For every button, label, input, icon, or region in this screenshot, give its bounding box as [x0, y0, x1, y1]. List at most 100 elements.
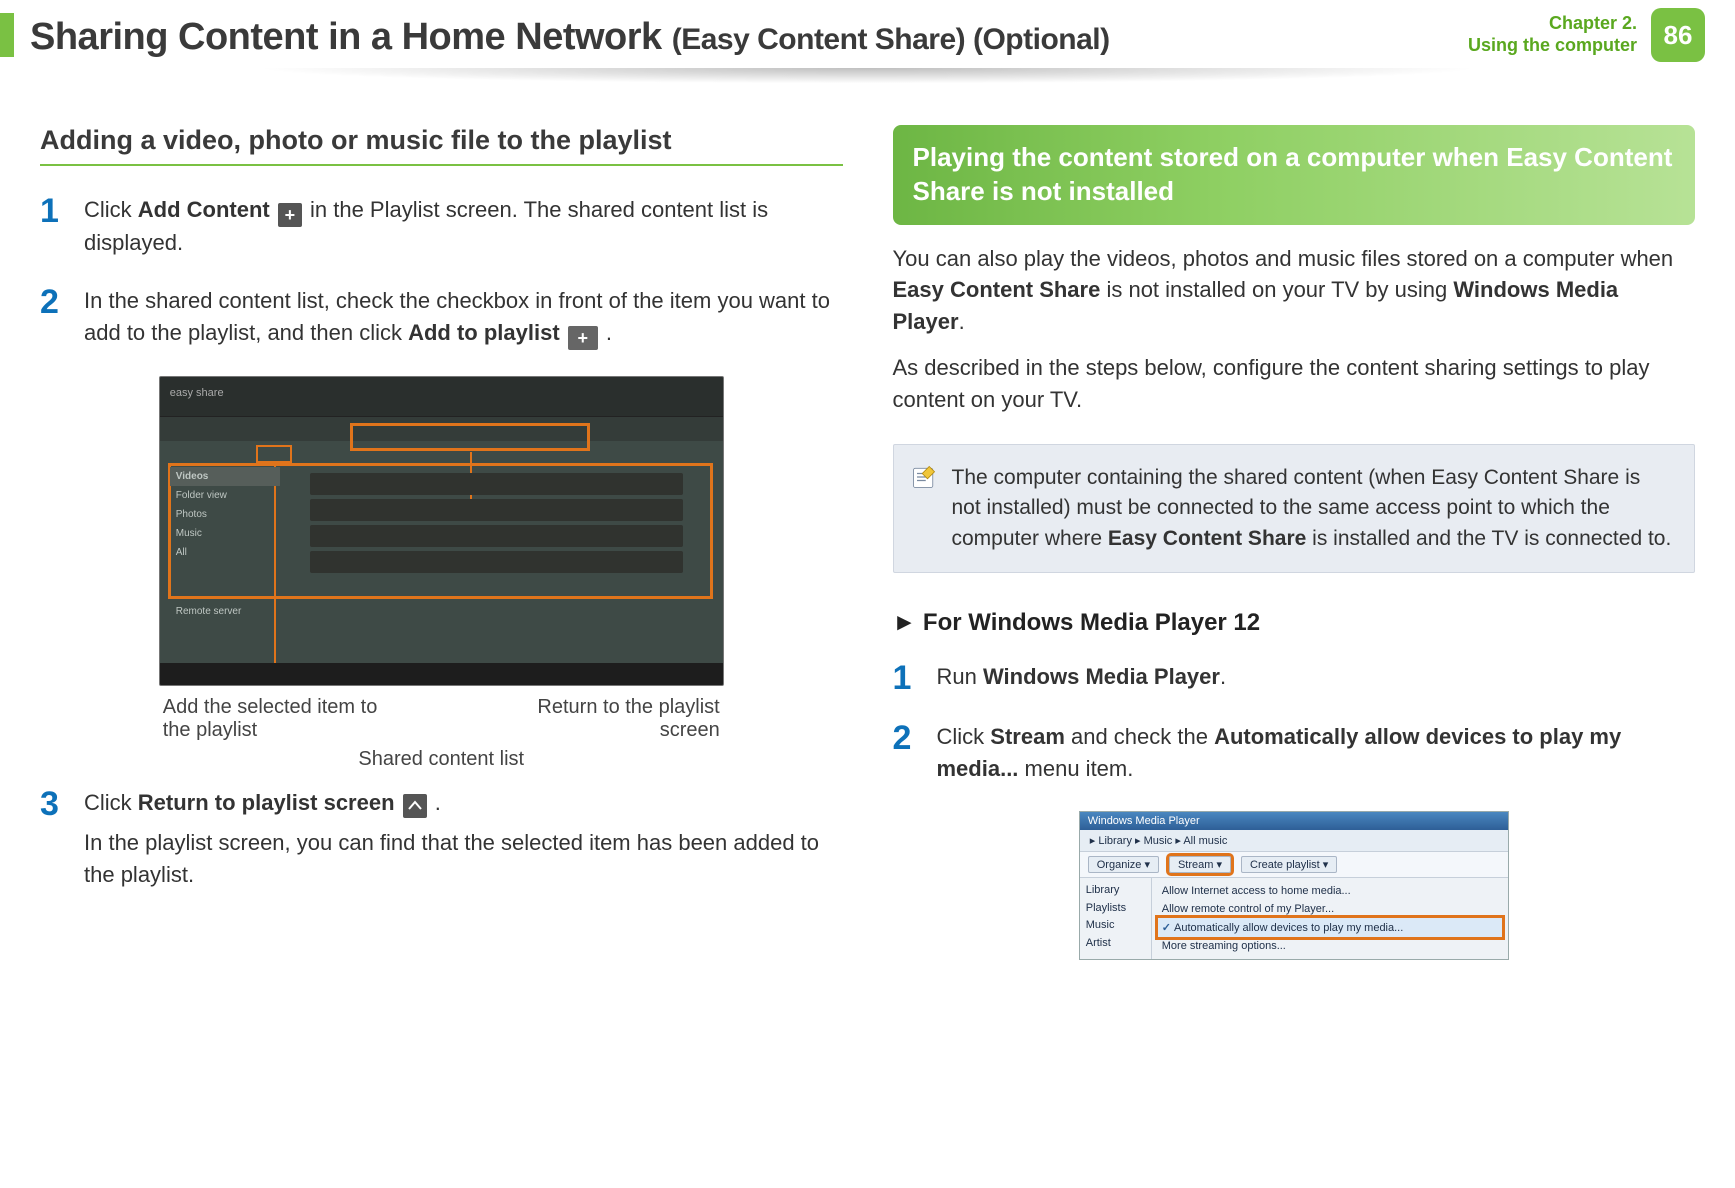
nav-library[interactable]: Library	[1086, 882, 1145, 900]
callout-add-to-playlist	[256, 445, 292, 463]
page-title-sub: (Easy Content Share) (Optional)	[672, 23, 1110, 56]
text: and check the	[1065, 724, 1214, 749]
figure-labels-row: Add the selected item to the playlist Re…	[159, 696, 724, 742]
text: .	[959, 309, 965, 334]
bold: Easy Content Share	[893, 277, 1101, 302]
figure-label-left: Add the selected item to the playlist	[163, 696, 383, 742]
figure-label-right: Return to the playlist screen	[520, 696, 720, 742]
text: Run	[937, 664, 983, 689]
green-callout: Playing the content stored on a computer…	[893, 125, 1696, 225]
page-title-main: Sharing Content in a Home Network	[30, 16, 662, 58]
bold: Add Content	[138, 197, 270, 222]
list-item	[310, 551, 683, 573]
shot-logo: easy share	[170, 387, 224, 399]
step-body: Click Return to playlist screen . In the…	[84, 787, 843, 891]
list-item	[310, 473, 683, 495]
step-number: 3	[40, 787, 66, 891]
figure-label-center: Shared content list	[159, 748, 724, 771]
text: Click	[84, 790, 138, 815]
text: .	[429, 790, 441, 815]
text: menu item.	[1018, 756, 1133, 781]
paragraph: You can also play the videos, photos and…	[893, 243, 1696, 339]
text: is not installed on your TV by using	[1100, 277, 1453, 302]
step-3: 3 Click Return to playlist screen . In t…	[40, 787, 843, 891]
list-item	[310, 525, 683, 547]
wmp-body: Library Playlists Music Artist Allow Int…	[1080, 878, 1508, 959]
organize-button[interactable]: Organize ▾	[1088, 856, 1159, 873]
step-body: In the shared content list, check the ch…	[84, 285, 843, 350]
chapter-block: Chapter 2. Using the computer 86	[1468, 8, 1705, 62]
step-tail: In the playlist screen, you can find tha…	[84, 827, 843, 891]
step-r1: 1 Run Windows Media Player.	[893, 661, 1696, 695]
wmp-screenshot: Windows Media Player ▸ Library ▸ Music ▸…	[1079, 811, 1509, 960]
step-number: 1	[893, 661, 919, 695]
bold: Windows Media Player	[983, 664, 1220, 689]
bold: Add to playlist	[408, 320, 560, 345]
nav-playlists[interactable]: Playlists	[1086, 900, 1145, 918]
return-icon	[403, 794, 427, 818]
screenshot-figure: easy share Videos Folder view Photos Mus…	[159, 376, 724, 771]
note-icon	[910, 463, 938, 491]
step-body: Run Windows Media Player.	[937, 661, 1227, 695]
callout-return-button	[350, 423, 590, 451]
menu-item[interactable]: Allow remote control of my Player...	[1158, 900, 1502, 918]
app-screenshot: easy share Videos Folder view Photos Mus…	[159, 376, 724, 686]
text: .	[600, 320, 612, 345]
shot-rows	[300, 469, 693, 577]
nav-music[interactable]: Music	[1086, 917, 1145, 935]
step-number: 2	[893, 721, 919, 785]
step-r2: 2 Click Stream and check the Automatical…	[893, 721, 1696, 785]
wmp-toolbar: Organize ▾ Stream ▾ Create playlist ▾	[1080, 852, 1508, 878]
sidebar-music: Music	[170, 524, 280, 543]
bold: Stream	[990, 724, 1065, 749]
wmp-breadcrumb: ▸ Library ▸ Music ▸ All music	[1080, 830, 1508, 852]
menu-item[interactable]: Allow Internet access to home media...	[1158, 882, 1502, 900]
section-title-left: Adding a video, photo or music file to t…	[40, 125, 843, 166]
step-body: Click Add Content + in the Playlist scre…	[84, 194, 843, 259]
shot-sidebar: Videos Folder view Photos Music All Remo…	[170, 467, 280, 621]
menu-item-auto-allow[interactable]: Automatically allow devices to play my m…	[1158, 918, 1502, 937]
bold: Easy Content Share	[1108, 527, 1306, 550]
page-number-badge: 86	[1651, 8, 1705, 62]
sidebar-remote: Remote server	[170, 602, 280, 621]
text: Click	[937, 724, 991, 749]
chapter-text: Chapter 2. Using the computer	[1468, 13, 1637, 56]
page-header: Sharing Content in a Home Network (Easy …	[0, 0, 1735, 75]
bold: Return to playlist screen	[138, 790, 395, 815]
list-item	[310, 499, 683, 521]
text: Click	[84, 197, 138, 222]
chapter-line1: Chapter 2.	[1468, 13, 1637, 35]
stream-button[interactable]: Stream ▾	[1169, 856, 1231, 873]
create-playlist-button[interactable]: Create playlist ▾	[1241, 856, 1337, 873]
menu-item[interactable]: More streaming options...	[1158, 937, 1502, 955]
sidebar-folder: Folder view	[170, 486, 280, 505]
note-box: The computer containing the shared conte…	[893, 444, 1696, 573]
chapter-line2: Using the computer	[1468, 35, 1637, 57]
wmp-nav: Library Playlists Music Artist	[1080, 878, 1152, 959]
paragraph: As described in the steps below, configu…	[893, 352, 1696, 416]
shot-taskbar	[160, 663, 723, 685]
step-number: 2	[40, 285, 66, 350]
text: is installed and the TV is connected to.	[1306, 527, 1671, 550]
plus-icon: +	[278, 203, 302, 227]
shot-header: easy share	[160, 377, 723, 417]
left-column: Adding a video, photo or music file to t…	[40, 125, 843, 960]
page-title: Sharing Content in a Home Network (Easy …	[30, 16, 1110, 59]
text: You can also play the videos, photos and…	[893, 246, 1674, 271]
header-accent-bar	[0, 13, 14, 57]
step-1: 1 Click Add Content + in the Playlist sc…	[40, 194, 843, 259]
content-columns: Adding a video, photo or music file to t…	[0, 75, 1735, 960]
stream-menu: Allow Internet access to home media... A…	[1152, 878, 1508, 959]
wmp-titlebar: Windows Media Player	[1080, 812, 1508, 830]
sidebar-all: All	[170, 543, 280, 562]
sidebar-photos: Photos	[170, 505, 280, 524]
text: .	[1220, 664, 1226, 689]
step-number: 1	[40, 194, 66, 259]
right-column: Playing the content stored on a computer…	[893, 125, 1696, 960]
nav-artist[interactable]: Artist	[1086, 935, 1145, 953]
add-to-playlist-icon: +	[568, 326, 598, 350]
step-2: 2 In the shared content list, check the …	[40, 285, 843, 350]
subheading: For Windows Media Player 12	[893, 609, 1696, 637]
sidebar-videos: Videos	[170, 467, 280, 486]
text	[270, 197, 276, 222]
